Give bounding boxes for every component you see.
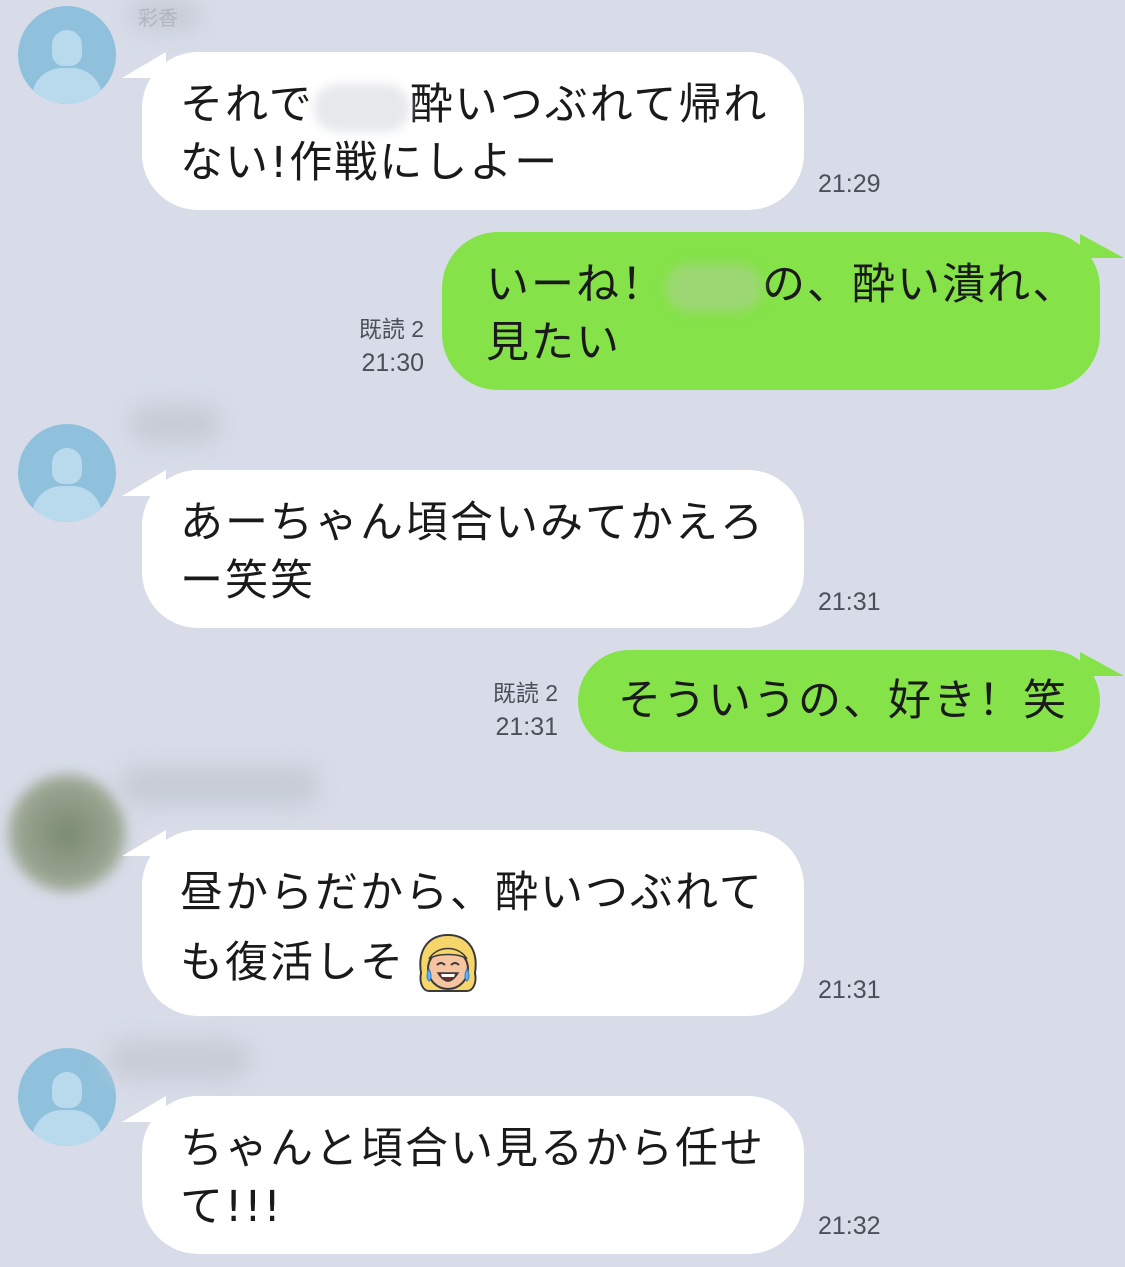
message-line: ない!作戦にしよー (180, 138, 560, 188)
message-line: 昼からだから、酔いつぶれて (180, 868, 764, 918)
bubble-tail (1080, 234, 1124, 258)
message-time: 21:31 (818, 976, 881, 1004)
message-time: 21:29 (818, 170, 881, 198)
redacted-text (666, 263, 762, 312)
message-line: あーちゃん頃合いみてかえろ (180, 498, 765, 548)
avatar[interactable] (18, 6, 116, 104)
message-time: 21:31 (818, 588, 881, 616)
message-bubble[interactable]: それで 酔いつぶれて帰れ ない!作戦にしよー (142, 52, 804, 210)
message-line: も復活しそ (180, 928, 766, 999)
message-bubble[interactable]: いーね！ の、酔い潰れ、 見たい (442, 232, 1100, 390)
bubble-tail (1080, 652, 1124, 676)
message-line: 見たい (486, 318, 621, 368)
redacted-text (313, 83, 410, 132)
avatar[interactable] (18, 424, 116, 522)
avatar[interactable] (18, 1048, 116, 1146)
message-line: ちゃんと頃合い見るから任せ (180, 1124, 765, 1174)
message-time: 21:30 (361, 349, 424, 377)
sender-name: 彩香 (138, 6, 178, 30)
avatar-body-icon (32, 1110, 102, 1146)
message-bubble[interactable]: ちゃんと頃合い見るから任せ て!!! (142, 1096, 804, 1254)
avatar[interactable] (8, 774, 126, 892)
avatar-body-icon (32, 486, 102, 522)
message-bubble[interactable]: そういうの、好き！笑 (578, 650, 1100, 752)
read-receipt: 既読 2 (492, 680, 558, 706)
read-receipt: 既読 2 (358, 316, 424, 342)
avatar-body-icon (32, 68, 102, 104)
avatar-head-icon (52, 448, 82, 484)
sender-name-redacted (120, 766, 320, 806)
message-time: 21:32 (818, 1212, 881, 1240)
message-bubble[interactable]: 昼からだから、酔いつぶれて も復活しそ (142, 830, 804, 1016)
sender-name-redacted (130, 404, 220, 444)
message-line: それで 酔いつぶれて帰れ (180, 80, 769, 132)
avatar-head-icon (52, 1072, 82, 1108)
message-line: いーね！ の、酔い潰れ、 (486, 260, 1078, 312)
message-line: て!!! (180, 1182, 283, 1232)
avatar-head-icon (52, 30, 82, 66)
message-bubble[interactable]: あーちゃん頃合いみてかえろ ー笑笑 (142, 470, 804, 628)
message-line: ー笑笑 (180, 556, 315, 606)
message-time: 21:31 (495, 713, 558, 741)
face-with-tears-of-joy-icon (415, 933, 481, 999)
message-line: そういうの、好き！笑 (618, 676, 1068, 726)
sender-name-redacted (108, 1040, 250, 1080)
